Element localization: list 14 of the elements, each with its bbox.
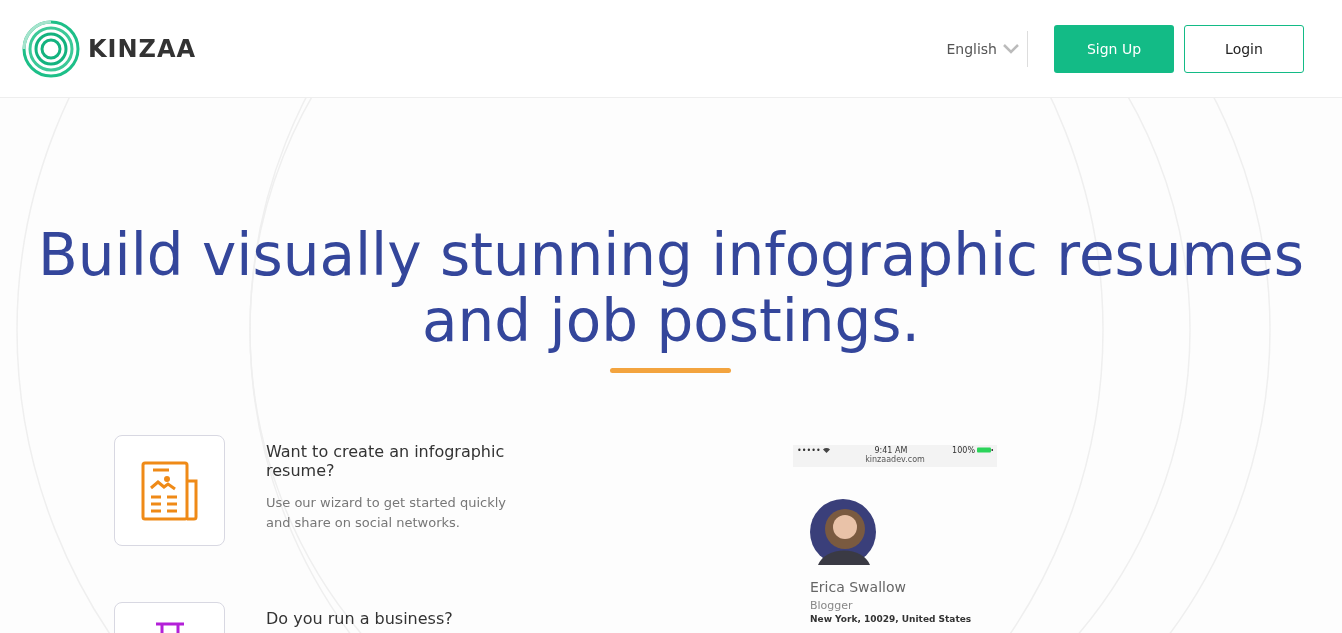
profile-location: New York, 10029, United States bbox=[810, 614, 973, 624]
battery-text: 100% bbox=[952, 445, 975, 455]
feature-description: Use our wizard to get started quickly and share on social networks. bbox=[266, 494, 508, 532]
profile-name: Erica Swallow bbox=[810, 579, 907, 595]
feature-title: Do you run a business? bbox=[266, 609, 454, 628]
url-text: kinzaadev.com bbox=[865, 455, 925, 465]
signal-text: ••••• bbox=[797, 445, 821, 455]
logo-text[interactable]: KINZAA bbox=[88, 34, 197, 63]
profile-role: Blogger bbox=[810, 599, 854, 612]
login-button[interactable]: Login bbox=[1184, 24, 1304, 73]
feature-title: Want to create an infographic resume? bbox=[266, 442, 506, 480]
headline: Build visually stunning infographic resumes and job postings. bbox=[37, 222, 1305, 354]
language-selector[interactable]: English bbox=[946, 40, 997, 57]
status-time: 9:41 AM bbox=[874, 445, 908, 455]
